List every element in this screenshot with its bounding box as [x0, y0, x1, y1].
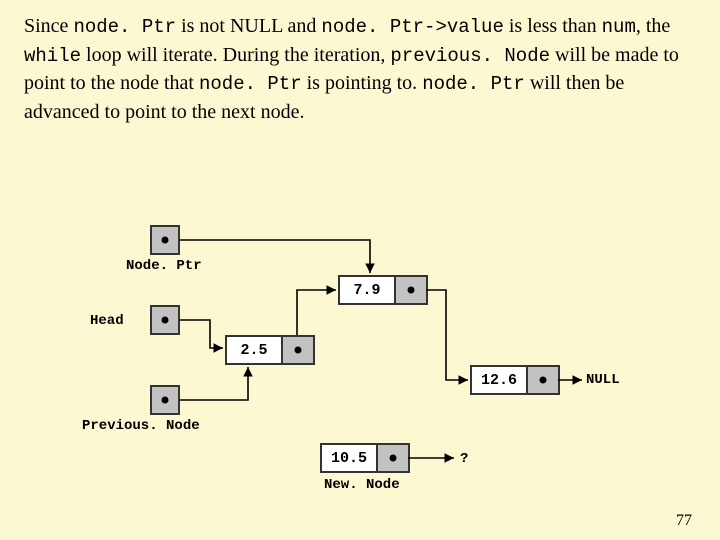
text: Since [24, 15, 73, 37]
page-number: 77 [676, 512, 692, 530]
node-2-5: 2.5 [225, 335, 315, 365]
text: is less than [504, 15, 602, 37]
node-next-ptr [396, 277, 426, 303]
code: node. Ptr [73, 16, 176, 38]
head-box [150, 305, 180, 335]
node-next-ptr [283, 337, 313, 363]
null-label: NULL [586, 372, 620, 388]
explanation-paragraph: Since node. Ptr is not NULL and node. Pt… [24, 12, 696, 126]
node-value: 7.9 [340, 277, 396, 303]
text: loop will iterate. During the iteration, [81, 44, 390, 66]
linked-list-diagram: Node. Ptr Head Previous. Node New. Node … [80, 215, 640, 495]
previousnode-label: Previous. Node [82, 418, 200, 434]
text: , the [636, 15, 670, 37]
code: while [24, 45, 81, 67]
nodeptr-label: Node. Ptr [126, 258, 202, 274]
node-7-9: 7.9 [338, 275, 428, 305]
text: is not NULL and [176, 15, 321, 37]
code: num [602, 16, 636, 38]
node-value: 2.5 [227, 337, 283, 363]
unknown-label: ? [460, 451, 468, 467]
code: node. Ptr [422, 73, 525, 95]
newnode-label: New. Node [324, 477, 400, 493]
code: node. Ptr->value [321, 16, 503, 38]
node-value: 12.6 [472, 367, 528, 393]
node-value: 10.5 [322, 445, 378, 471]
text: is pointing to. [302, 72, 423, 94]
node-next-ptr [378, 445, 408, 471]
code: previous. Node [390, 45, 550, 67]
nodeptr-box [150, 225, 180, 255]
node-next-ptr [528, 367, 558, 393]
head-label: Head [90, 313, 124, 329]
node-12-6: 12.6 [470, 365, 560, 395]
previousnode-box [150, 385, 180, 415]
code: node. Ptr [199, 73, 302, 95]
node-10-5: 10.5 [320, 443, 410, 473]
